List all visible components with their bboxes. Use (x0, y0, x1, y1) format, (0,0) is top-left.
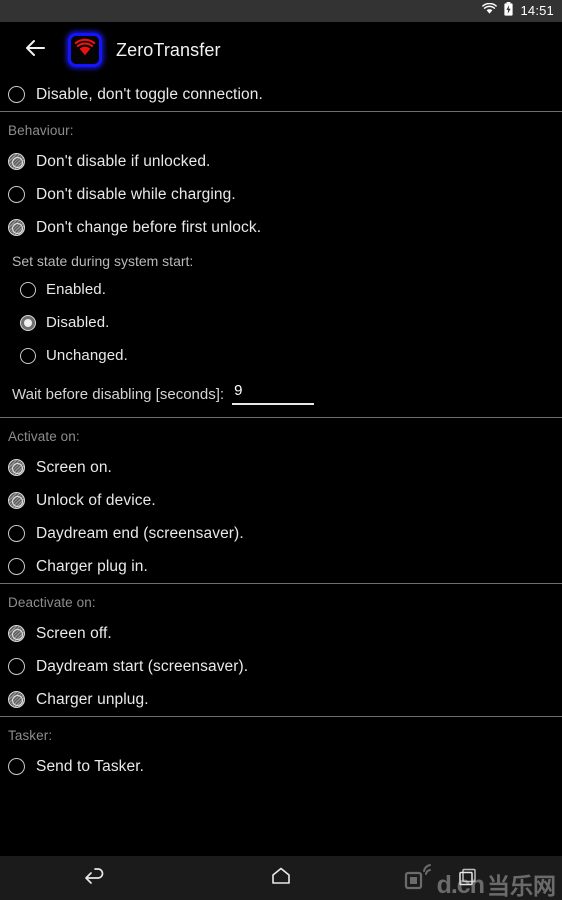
wait-before-disabling-row: Wait before disabling [seconds]: (0, 372, 562, 417)
status-bar: 14:51 (0, 0, 562, 22)
radio-label: Enabled. (46, 281, 107, 298)
section-header-behaviour: Behaviour: (8, 123, 74, 138)
option-label: Don't disable if unlocked. (36, 152, 211, 170)
section-header-activate-on: Activate on: (8, 429, 80, 444)
checkbox-checked-icon[interactable] (8, 691, 25, 708)
option-label: Charger unplug. (36, 690, 149, 708)
wait-before-disabling-field[interactable] (232, 382, 315, 405)
section-tasker: Tasker: Send to Tasker. (0, 717, 562, 783)
radio-system-start-disabled[interactable]: Disabled. (0, 306, 562, 339)
app-icon[interactable] (68, 33, 102, 67)
subheader-system-start: Set state during system start: (12, 253, 194, 269)
battery-charging-icon (504, 1, 514, 21)
section-behaviour: Behaviour: Don't disable if unlocked. Do… (0, 112, 562, 417)
checkbox-checked-icon[interactable] (8, 492, 25, 509)
checkbox-unchecked-icon[interactable] (8, 525, 25, 542)
option-dont-disable-while-charging[interactable]: Don't disable while charging. (0, 178, 562, 211)
checkbox-unchecked-icon[interactable] (8, 658, 25, 675)
checkbox-unchecked-icon[interactable] (8, 558, 25, 575)
section-activate-on: Activate on: Screen on. Unlock of device… (0, 418, 562, 583)
checkbox-unchecked-icon[interactable] (8, 186, 25, 203)
app-toolbar: ZeroTransfer (0, 22, 562, 78)
nav-back-icon (82, 867, 106, 890)
wifi-icon (482, 2, 498, 20)
option-label: Don't disable while charging. (36, 185, 236, 203)
wait-seconds-input[interactable] (234, 382, 315, 399)
back-button[interactable] (20, 35, 50, 65)
option-daydream-end[interactable]: Daydream end (screensaver). (0, 517, 562, 550)
status-time: 14:51 (520, 3, 554, 18)
checkbox-checked-icon[interactable] (8, 153, 25, 170)
option-label: Send to Tasker. (36, 757, 145, 775)
section-header-tasker: Tasker: (8, 728, 53, 743)
nav-back-button[interactable] (64, 861, 124, 895)
nav-home-button[interactable] (251, 861, 311, 895)
page-title: ZeroTransfer (116, 39, 221, 60)
checkbox-checked-icon[interactable] (8, 459, 25, 476)
option-label: Unlock of device. (36, 491, 156, 509)
option-screen-on[interactable]: Screen on. (0, 451, 562, 484)
option-dont-change-before-first-unlock[interactable]: Don't change before first unlock. (0, 211, 562, 244)
option-charger-unplug[interactable]: Charger unplug. (0, 683, 562, 716)
nav-home-icon (270, 866, 292, 891)
option-label: Screen on. (36, 458, 112, 476)
option-label: Daydream start (screensaver). (36, 657, 249, 675)
option-dont-disable-if-unlocked[interactable]: Don't disable if unlocked. (0, 145, 562, 178)
checkbox-unchecked-icon[interactable] (8, 86, 25, 103)
nav-recents-button[interactable] (438, 861, 498, 895)
checkbox-checked-icon[interactable] (8, 625, 25, 642)
option-disable-dont-toggle[interactable]: Disable, don't toggle connection. (0, 78, 562, 111)
nav-recents-icon (457, 866, 479, 891)
back-arrow-icon (24, 38, 46, 63)
radio-checked-icon[interactable] (20, 314, 36, 331)
option-daydream-start[interactable]: Daydream start (screensaver). (0, 650, 562, 683)
zerotransfer-wifi-icon (73, 38, 97, 63)
status-icon-group: 14:51 (482, 0, 554, 22)
dcn-logo-icon (403, 861, 437, 898)
radio-unchecked-icon[interactable] (20, 347, 36, 364)
radio-unchecked-icon[interactable] (20, 281, 36, 298)
settings-list[interactable]: Disable, don't toggle connection. Behavi… (0, 78, 562, 856)
app-screen: 14:51 ZeroTransfer Disable, don't toggle… (0, 0, 562, 900)
checkbox-unchecked-icon[interactable] (8, 758, 25, 775)
option-label: Disable, don't toggle connection. (36, 85, 263, 103)
radio-system-start-unchanged[interactable]: Unchanged. (0, 339, 562, 372)
option-label: Daydream end (screensaver). (36, 524, 244, 542)
section-header-deactivate-on: Deactivate on: (8, 595, 96, 610)
option-screen-off[interactable]: Screen off. (0, 617, 562, 650)
option-label: Screen off. (36, 624, 112, 642)
section-deactivate-on: Deactivate on: Screen off. Daydream star… (0, 584, 562, 716)
option-label: Don't change before first unlock. (36, 218, 262, 236)
option-charger-plug-in[interactable]: Charger plug in. (0, 550, 562, 583)
checkbox-checked-icon[interactable] (8, 219, 25, 236)
radio-label: Unchanged. (46, 347, 128, 364)
option-unlock-of-device[interactable]: Unlock of device. (0, 484, 562, 517)
wait-before-disabling-label: Wait before disabling [seconds]: (12, 386, 225, 403)
system-navigation-bar: d.cn 当乐网 (0, 856, 562, 900)
option-label: Charger plug in. (36, 557, 148, 575)
radio-label: Disabled. (46, 314, 110, 331)
radio-system-start-enabled[interactable]: Enabled. (0, 273, 562, 306)
option-send-to-tasker[interactable]: Send to Tasker. (0, 750, 562, 783)
